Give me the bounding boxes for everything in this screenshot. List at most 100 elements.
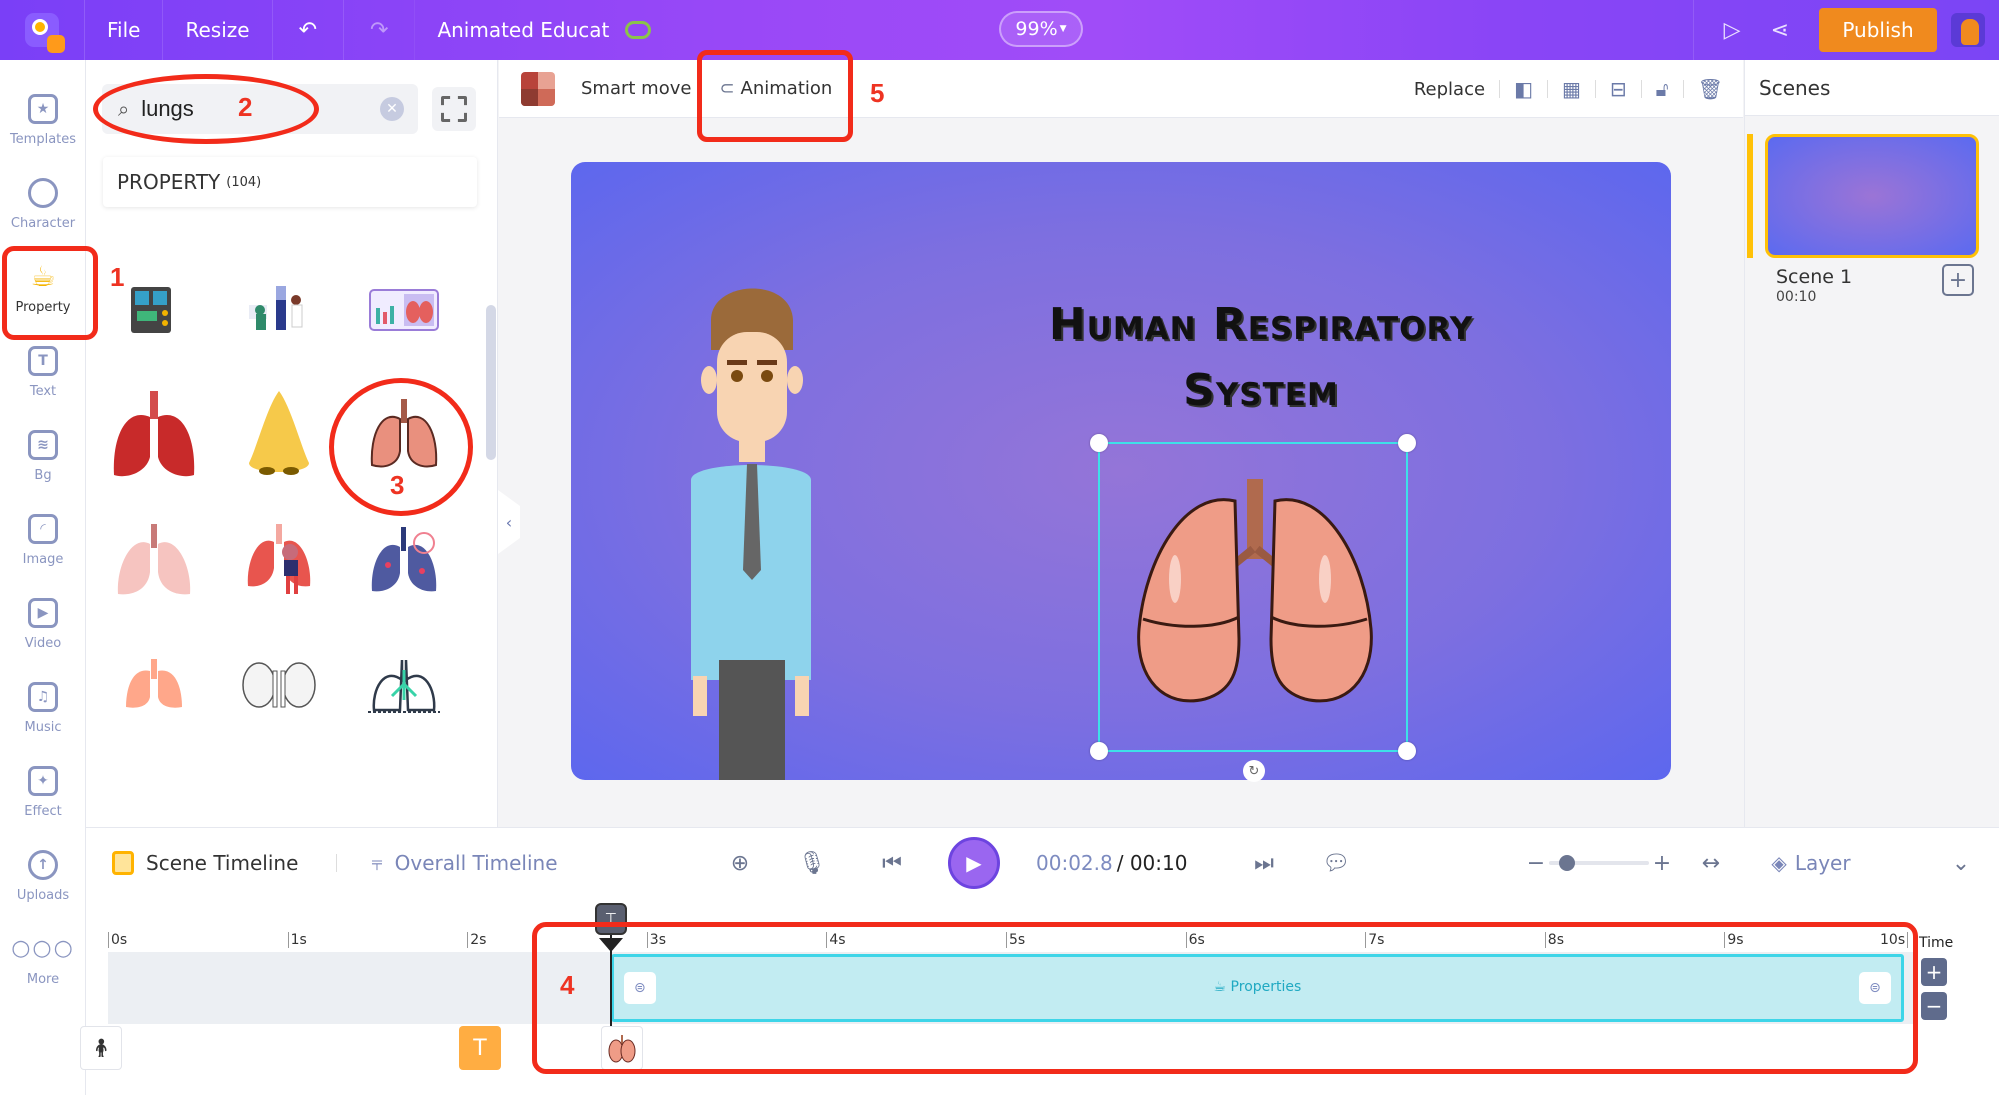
slider-thumb[interactable]: [1559, 855, 1575, 871]
layers-icon: ≋: [28, 429, 58, 460]
category-header[interactable]: PROPERTY (104): [103, 157, 477, 207]
layer-thumb-text[interactable]: T: [459, 1026, 501, 1070]
rail-item-effect[interactable]: ✦ Effect: [0, 752, 86, 832]
play-button[interactable]: ▶: [948, 837, 1000, 889]
collapse-panel-button[interactable]: ‹: [498, 490, 520, 554]
annotation-box-4: [532, 922, 1918, 1074]
result-pink-lungs[interactable]: [104, 510, 204, 610]
rail-item-image[interactable]: ◜ Image: [0, 500, 86, 580]
resize-handle-top-left[interactable]: [1090, 434, 1108, 452]
rail-item-character[interactable]: Character: [0, 164, 86, 244]
preview-play-icon[interactable]: ▷: [1724, 18, 1741, 43]
annotation-number-3: 3: [390, 470, 405, 500]
document-title-text[interactable]: Animated Educat: [437, 18, 609, 42]
clear-search-icon[interactable]: ✕: [380, 97, 404, 121]
layer-thumb-character[interactable]: 🧍︎: [80, 1026, 122, 1070]
rail-item-text[interactable]: T Text: [0, 332, 86, 412]
panel-scrollbar[interactable]: [486, 305, 496, 460]
rail-item-video[interactable]: ▶ Video: [0, 584, 86, 664]
logo-icon: [25, 13, 65, 53]
category-label: PROPERTY: [117, 170, 221, 194]
layer-button[interactable]: ◈ Layer: [1766, 828, 1856, 898]
trash-icon[interactable]: 🗑︎: [1698, 77, 1723, 101]
scene-thumbnail[interactable]: [1765, 134, 1979, 258]
resize-handle-bottom-right[interactable]: [1398, 742, 1416, 760]
file-menu[interactable]: File: [85, 0, 164, 60]
rotate-handle-icon[interactable]: ↻: [1243, 760, 1265, 782]
tab-scene-timeline[interactable]: Scene Timeline: [112, 851, 298, 875]
divider: [1682, 80, 1684, 98]
document-title[interactable]: Animated Educat: [415, 18, 673, 42]
ruler-tick: 1s: [287, 932, 307, 948]
chevron-down-icon[interactable]: ⌄: [1946, 828, 1976, 898]
rail-label: Video: [24, 635, 62, 651]
result-lungs-with-person[interactable]: [229, 510, 329, 610]
resize-handle-top-right[interactable]: [1398, 434, 1416, 452]
resize-menu[interactable]: Resize: [163, 0, 273, 60]
image-icon: ◜: [28, 513, 58, 544]
fit-width-icon[interactable]: ↔: [1696, 828, 1726, 898]
result-lung-report-screen[interactable]: [354, 260, 454, 360]
user-avatar[interactable]: [1951, 13, 1985, 47]
publish-button[interactable]: Publish: [1819, 8, 1937, 52]
color-swatch[interactable]: [521, 71, 555, 106]
microphone-icon[interactable]: 🎙︎: [792, 828, 832, 898]
rail-label: Effect: [24, 803, 62, 819]
undo-icon[interactable]: ↶: [273, 0, 344, 60]
scene-name[interactable]: Scene 1: [1776, 266, 1852, 288]
rail-item-templates[interactable]: ★ Templates: [0, 80, 86, 160]
flip-icon[interactable]: ◧: [1514, 77, 1533, 101]
rail-item-music[interactable]: ♫ Music: [0, 668, 86, 748]
zoom-in-timeline-icon[interactable]: +: [1652, 828, 1672, 898]
resize-handle-bottom-left[interactable]: [1090, 742, 1108, 760]
add-scene-button[interactable]: +: [1942, 264, 1974, 296]
result-doctor-xray-scene[interactable]: [229, 260, 329, 360]
app-logo[interactable]: [0, 0, 85, 60]
redo-icon[interactable]: ↷: [344, 0, 416, 60]
cloud-upload-icon: ↑: [28, 849, 58, 880]
zoom-out-timeline-icon[interactable]: −: [1526, 828, 1546, 898]
character-man[interactable]: [681, 280, 821, 780]
slide-title[interactable]: Human Respiratory System: [941, 292, 1581, 424]
category-count: (104): [226, 174, 262, 190]
result-line-art-lungs[interactable]: [354, 635, 454, 735]
rail-item-bg[interactable]: ≋ Bg: [0, 416, 86, 496]
result-red-lungs[interactable]: [104, 385, 204, 485]
expand-panel-button[interactable]: [432, 87, 476, 131]
caret-down-icon: ▼: [1059, 24, 1067, 34]
timeline-zoom-slider[interactable]: [1549, 855, 1649, 871]
layers-icon: ◈: [1771, 851, 1787, 875]
transparency-icon[interactable]: ▦: [1562, 77, 1581, 101]
unlock-icon[interactable]: 🔓︎: [1656, 77, 1669, 101]
lungs-image[interactable]: [1125, 479, 1385, 719]
camera-focus-icon[interactable]: ⊕: [720, 828, 760, 898]
tab-overall-timeline[interactable]: ⫧ Overall Timeline: [371, 851, 557, 875]
result-orange-lungs-simple[interactable]: [104, 635, 204, 735]
scene-canvas[interactable]: Human Respiratory System: [571, 162, 1671, 780]
add-time-button[interactable]: +: [1921, 958, 1947, 986]
replace-button[interactable]: Replace: [1414, 79, 1485, 100]
ruler-tick: 0s: [108, 932, 127, 948]
play-icon: ▶: [966, 851, 982, 875]
ventilator-icon: [131, 287, 171, 333]
result-blue-lungs-infection[interactable]: [354, 510, 454, 610]
share-icon[interactable]: ⋖: [1771, 18, 1789, 43]
subtitles-icon[interactable]: 💬︎: [1316, 828, 1356, 898]
smart-move-button[interactable]: Smart move: [581, 78, 691, 99]
skip-forward-icon[interactable]: ⏭︎: [1244, 828, 1284, 898]
rail-item-more[interactable]: ○○○ More: [0, 920, 86, 1000]
remove-time-button[interactable]: −: [1921, 992, 1947, 1020]
pink-lungs-icon: [117, 524, 191, 595]
skip-back-icon[interactable]: ⏮︎: [872, 828, 912, 898]
zoom-level-dropdown[interactable]: 99% ▼: [999, 11, 1083, 47]
result-sketch-kidneys[interactable]: [229, 635, 329, 735]
rail-item-uploads[interactable]: ↑ Uploads: [0, 836, 86, 916]
lung-report-icon: [369, 289, 439, 331]
result-yellow-nose[interactable]: [229, 385, 329, 485]
annotation-number-1: 1: [110, 262, 125, 292]
nose-icon: [249, 391, 309, 475]
align-icon[interactable]: ⊟: [1610, 77, 1627, 101]
selected-element-frame[interactable]: [1090, 434, 1416, 760]
rail-label: Templates: [9, 131, 77, 147]
scene-timeline-icon: [112, 851, 134, 875]
